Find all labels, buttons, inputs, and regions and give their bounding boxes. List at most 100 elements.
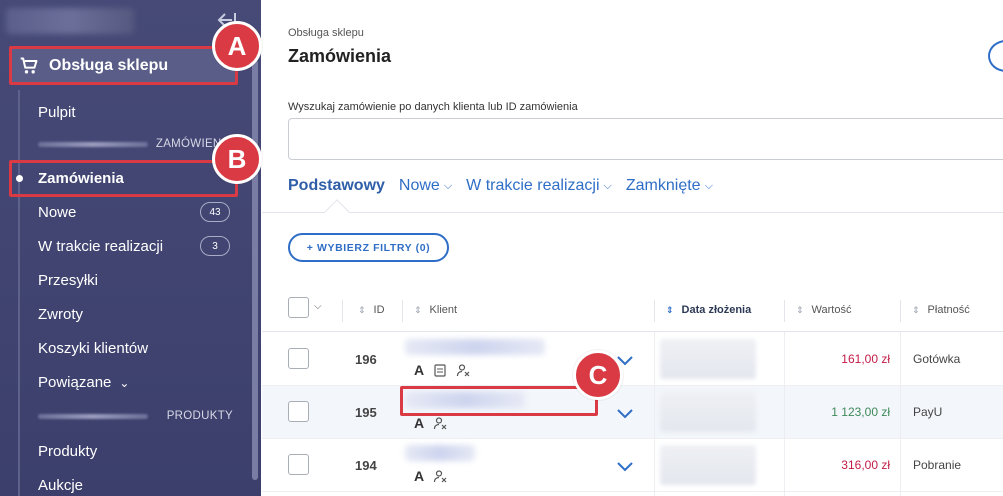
sidebar-item-related[interactable]: Powiązane ⌄ xyxy=(38,374,129,391)
user-remove-icon[interactable] xyxy=(433,416,447,430)
tab-new-label: Nowe xyxy=(398,177,440,194)
section-products-label: PRODUKTY xyxy=(166,410,233,422)
order-value: 1 123,00 zł xyxy=(831,405,890,419)
section-divider xyxy=(38,414,148,419)
document-icon[interactable] xyxy=(433,363,447,377)
tabs-divider xyxy=(262,212,1003,213)
table-row[interactable]: 194 A 316,00 zł Pobranie xyxy=(262,439,1003,492)
sort-icon: ⇕ xyxy=(666,304,674,315)
column-payment[interactable]: ⇕ Płatność xyxy=(912,304,970,316)
column-date-label: Data złożenia xyxy=(681,304,752,316)
column-id-label: ID xyxy=(373,304,385,316)
order-id[interactable]: 195 xyxy=(355,405,377,420)
table-header: ⇕ ID ⇕ Klient ⇕ Data złożenia ⇕ Wartość ⇕ Pła… xyxy=(262,290,1003,332)
sidebar-item-dashboard[interactable]: Pulpit xyxy=(38,104,76,121)
column-value-label: Wartość xyxy=(811,304,852,316)
section-divider xyxy=(38,142,148,147)
chevron-down-icon[interactable]: ⌵ xyxy=(314,301,322,312)
order-id[interactable]: 194 xyxy=(355,458,377,473)
client-name[interactable] xyxy=(405,445,475,461)
column-divider xyxy=(900,332,901,496)
sidebar-scrollbar[interactable] xyxy=(252,60,258,480)
tab-basic[interactable]: Podstawowy xyxy=(288,177,385,195)
tab-closed-label: Zamknięte xyxy=(625,177,701,194)
column-client-label: Klient xyxy=(429,304,458,316)
sidebar-item-in-progress[interactable]: W trakcie realizacji xyxy=(38,238,163,255)
column-divider xyxy=(402,300,403,322)
highlight-box-a xyxy=(9,46,238,85)
order-date xyxy=(660,339,756,379)
breadcrumb[interactable]: Obsługa sklepu xyxy=(288,27,364,39)
column-divider xyxy=(784,300,785,322)
count-badge-new: 43 xyxy=(200,202,230,222)
client-icons: A xyxy=(414,362,470,378)
sidebar-item-shipments[interactable]: Przesyłki xyxy=(38,272,98,289)
chevron-down-icon: ⌵ xyxy=(603,179,612,192)
user-remove-icon[interactable] xyxy=(433,469,447,483)
column-payment-label: Płatność xyxy=(927,304,970,316)
marker-b: B xyxy=(212,134,262,184)
chevron-down-icon: ⌵ xyxy=(443,179,453,192)
row-checkbox[interactable] xyxy=(288,454,309,475)
order-id[interactable]: 196 xyxy=(355,352,377,367)
column-divider xyxy=(654,332,655,496)
payment-method: PayU xyxy=(913,405,943,419)
select-all-checkbox[interactable] xyxy=(288,297,309,318)
sort-icon: ⇕ xyxy=(912,304,920,315)
row-checkbox[interactable] xyxy=(288,348,309,369)
row-checkbox[interactable] xyxy=(288,401,309,422)
order-date xyxy=(660,445,756,485)
user-remove-icon[interactable] xyxy=(456,363,470,377)
sort-icon: ⇕ xyxy=(414,304,422,315)
column-date[interactable]: ⇕ Data złożenia xyxy=(666,304,751,316)
search-input[interactable] xyxy=(288,118,1003,160)
search-label: Wyszukaj zamówienie po danych klienta lu… xyxy=(288,101,578,113)
tab-in-progress[interactable]: W trakcie realizacji ⌵ xyxy=(466,177,612,195)
sidebar-item-carts[interactable]: Koszyki klientów xyxy=(38,340,148,357)
table-row[interactable]: 195 A 1 123,00 zł PayU xyxy=(262,386,1003,439)
sidebar-item-new[interactable]: Nowe xyxy=(38,204,76,221)
column-divider xyxy=(342,300,343,322)
highlight-box-b xyxy=(9,160,238,197)
sidebar-item-products[interactable]: Produkty xyxy=(38,443,97,460)
client-name[interactable] xyxy=(405,339,545,355)
choose-filters-button[interactable]: + WYBIERZ FILTRY (0) xyxy=(288,233,449,262)
letter-a-icon[interactable]: A xyxy=(414,468,424,484)
order-value: 316,00 zł xyxy=(841,458,890,472)
order-tabs: Podstawowy Nowe ⌵ W trakcie realizacji ⌵ Z… xyxy=(288,177,713,195)
payment-method: Pobranie xyxy=(913,458,962,472)
store-logo xyxy=(6,8,134,34)
column-divider xyxy=(784,332,785,496)
order-value: 161,00 zł xyxy=(841,352,890,366)
sidebar-item-auctions[interactable]: Aukcje xyxy=(38,477,83,494)
chevron-down-icon[interactable] xyxy=(613,457,637,475)
client-icons: A xyxy=(414,468,447,484)
page-title: Zamówienia xyxy=(288,46,392,66)
sort-icon: ⇕ xyxy=(358,304,366,315)
table-row[interactable]: 196 A 161,00 zł Gotówka xyxy=(262,333,1003,386)
letter-a-icon[interactable]: A xyxy=(414,415,424,431)
highlight-box-c xyxy=(400,386,598,416)
payment-method: Gotówka xyxy=(913,352,961,366)
tab-basic-label: Podstawowy xyxy=(288,177,385,194)
marker-a: A xyxy=(212,21,262,71)
sidebar-item-returns[interactable]: Zwroty xyxy=(38,306,83,323)
chevron-down-icon: ⌵ xyxy=(704,179,713,192)
sidebar-item-related-label: Powiązane xyxy=(38,374,112,391)
letter-a-icon[interactable]: A xyxy=(414,362,424,378)
chevron-down-icon[interactable] xyxy=(613,404,637,422)
tab-closed[interactable]: Zamknięte ⌵ xyxy=(626,177,713,195)
column-client[interactable]: ⇕ Klient xyxy=(414,304,457,316)
tab-in-progress-label: W trakcie realizacji xyxy=(466,177,600,194)
client-icons: A xyxy=(414,415,447,431)
marker-c: C xyxy=(573,350,623,400)
column-value[interactable]: ⇕ Wartość xyxy=(796,304,851,316)
column-id[interactable]: ⇕ ID xyxy=(358,304,385,316)
order-date xyxy=(660,392,756,432)
help-button[interactable] xyxy=(988,40,1003,72)
chevron-down-icon: ⌄ xyxy=(119,376,130,390)
sidebar-rail xyxy=(18,90,20,496)
sort-icon: ⇕ xyxy=(796,304,804,315)
tab-new[interactable]: Nowe ⌵ xyxy=(399,177,452,195)
column-divider xyxy=(900,300,901,322)
